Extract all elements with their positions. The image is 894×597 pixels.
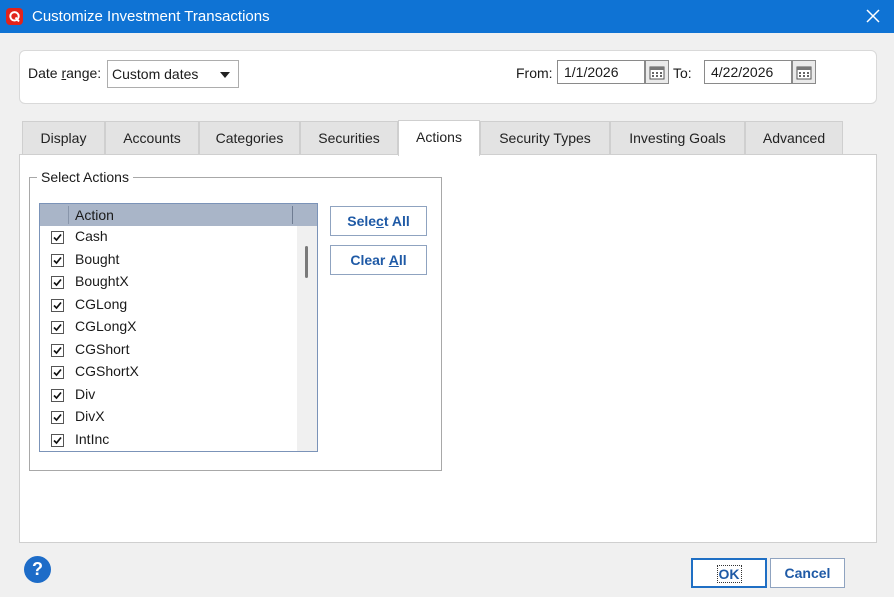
checkbox[interactable] <box>51 253 64 267</box>
list-item[interactable]: Bought <box>40 249 297 272</box>
list-item[interactable]: CGShortX <box>40 361 297 384</box>
date-range-panel: Date range: Custom dates From: 1/1/2026 … <box>19 50 877 104</box>
list-item[interactable]: Cash <box>40 226 297 249</box>
list-item[interactable]: CGShort <box>40 339 297 362</box>
list-item[interactable]: CGLong <box>40 294 297 317</box>
checkbox[interactable] <box>51 433 64 447</box>
cancel-button[interactable]: Cancel <box>770 558 845 588</box>
scrollbar-thumb[interactable] <box>305 246 308 278</box>
select-actions-group: Select Actions Action Cash Bought Bought… <box>29 169 442 471</box>
help-icon[interactable]: ? <box>24 556 51 583</box>
tab-content-actions: Select Actions Action Cash Bought Bought… <box>19 154 877 543</box>
list-scrollbar[interactable] <box>297 226 317 451</box>
checkbox[interactable] <box>51 298 64 312</box>
ok-button[interactable]: OK <box>691 558 767 588</box>
checkbox[interactable] <box>51 388 64 402</box>
checkbox[interactable] <box>51 366 64 379</box>
date-range-value: Custom dates <box>112 66 199 82</box>
date-range-label: Date range: <box>28 65 102 81</box>
list-item[interactable]: IntInc <box>40 429 297 452</box>
window-title: Customize Investment Transactions <box>32 8 270 25</box>
tab-advanced[interactable]: Advanced <box>745 121 843 155</box>
title-bar: Customize Investment Transactions <box>0 0 894 33</box>
checkbox[interactable] <box>51 321 64 334</box>
list-item[interactable]: CGLongX <box>40 316 297 339</box>
checkbox[interactable] <box>51 411 64 424</box>
tab-categories[interactable]: Categories <box>199 121 300 155</box>
to-label: To: <box>673 65 692 81</box>
to-date-field[interactable]: 4/22/2026 <box>704 60 792 84</box>
actions-list[interactable]: Action Cash Bought BoughtX CGLong CGLong… <box>39 203 318 452</box>
group-title: Select Actions <box>37 169 133 185</box>
from-calendar-icon[interactable] <box>645 60 669 84</box>
to-calendar-icon[interactable] <box>792 60 816 84</box>
tab-actions[interactable]: Actions <box>398 120 480 156</box>
quicken-logo-icon <box>6 8 23 25</box>
select-all-button[interactable]: Select All <box>330 206 427 236</box>
tab-securities[interactable]: Securities <box>300 121 398 155</box>
list-item[interactable]: DivX <box>40 406 297 429</box>
tab-accounts[interactable]: Accounts <box>105 121 199 155</box>
close-icon[interactable] <box>862 5 884 27</box>
from-date-field[interactable]: 1/1/2026 <box>557 60 645 84</box>
tab-security-types[interactable]: Security Types <box>480 121 610 155</box>
list-item[interactable]: Div <box>40 384 297 407</box>
clear-all-button[interactable]: Clear All <box>330 245 427 275</box>
date-range-dropdown[interactable]: Custom dates <box>107 60 239 88</box>
tab-display[interactable]: Display <box>22 121 105 155</box>
list-header: Action <box>40 204 317 226</box>
checkbox[interactable] <box>51 276 64 289</box>
list-item[interactable]: BoughtX <box>40 271 297 294</box>
tab-investing-goals[interactable]: Investing Goals <box>610 121 745 155</box>
checkbox[interactable] <box>51 231 64 244</box>
chevron-down-icon <box>220 72 230 78</box>
from-label: From: <box>516 65 553 81</box>
checkbox[interactable] <box>51 343 64 357</box>
column-header-action[interactable]: Action <box>75 207 114 223</box>
